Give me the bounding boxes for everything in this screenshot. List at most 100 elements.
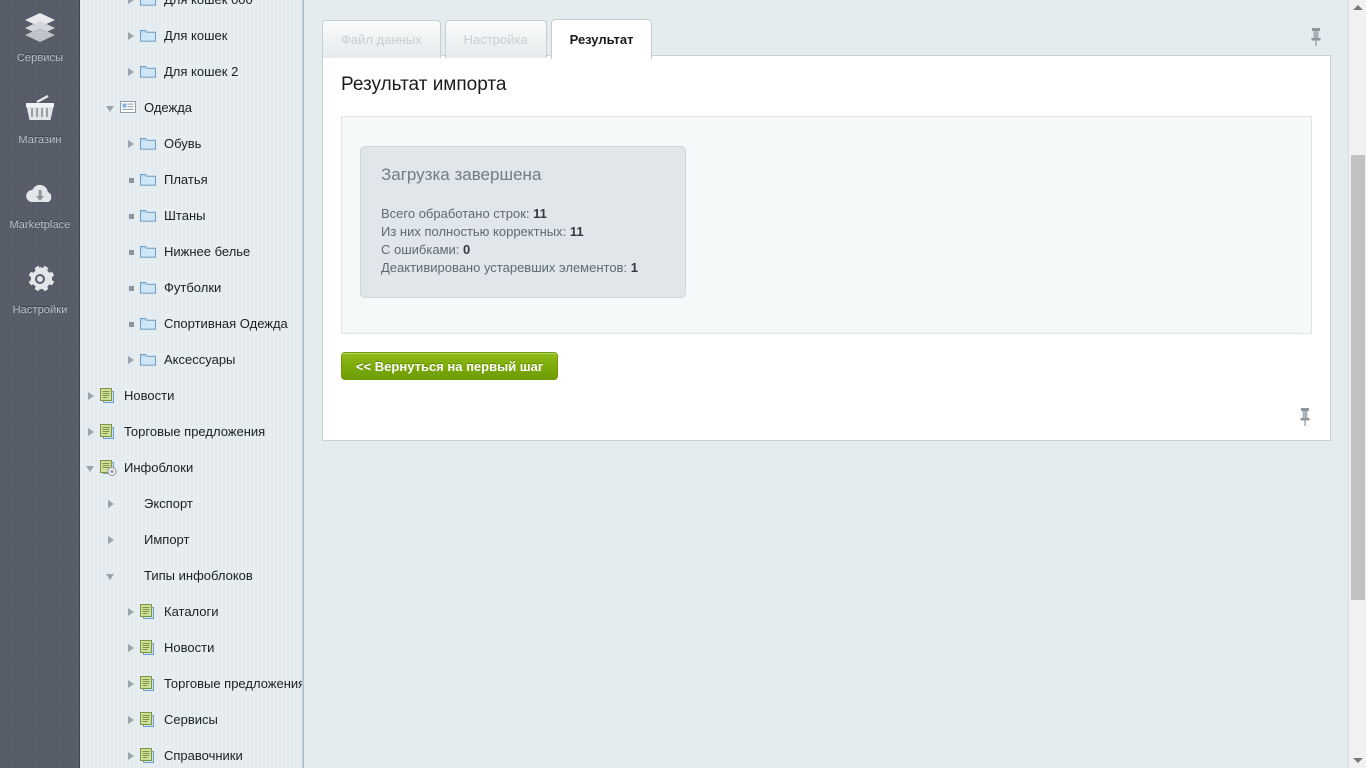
result-stat-label: Деактивировано устаревших элементов: (381, 260, 627, 275)
tree-item[interactable]: Новости (80, 378, 302, 414)
tree-item-label: Платья (164, 162, 208, 198)
tree-item-label: Новости (164, 630, 214, 666)
tree-item[interactable]: Новости (80, 630, 302, 666)
tree-toggle-collapsed-icon[interactable] (124, 342, 140, 378)
tree-item-label: Инфоблоки (124, 450, 193, 486)
tree-toggle-leaf-icon[interactable] (124, 306, 140, 342)
folder-icon (140, 126, 158, 162)
basket-icon (0, 92, 80, 128)
vertical-scrollbar[interactable] (1348, 0, 1366, 768)
result-stat-label: С ошибками: (381, 242, 459, 257)
tree-toggle-leaf-icon[interactable] (124, 270, 140, 306)
tree-toggle-expanded-icon[interactable] (84, 450, 100, 486)
folder-icon (140, 198, 158, 234)
tree-toggle-collapsed-icon[interactable] (124, 54, 140, 90)
back-to-first-step-button[interactable]: << Вернуться на первый шаг (341, 352, 558, 380)
sidebar-tree[interactable]: Для кошек 000Для кошекДля кошек 2ОдеждаО… (80, 0, 303, 768)
tree-item[interactable]: Футболки (80, 270, 302, 306)
tree-toggle-collapsed-icon[interactable] (124, 594, 140, 630)
tree-toggle-collapsed-icon[interactable] (104, 522, 120, 558)
tree-toggle-expanded-icon[interactable] (104, 558, 120, 594)
panel-footer (323, 380, 1330, 440)
result-stat-row: Всего обработано строк: 11 (381, 205, 665, 223)
tree-item[interactable]: Торговые предложения (80, 666, 302, 702)
tree-toggle-collapsed-icon[interactable] (124, 702, 140, 738)
tree-toggle-collapsed-icon[interactable] (124, 126, 140, 162)
scrollbar-thumb[interactable] (1351, 155, 1365, 600)
tree-toggle-collapsed-icon[interactable] (124, 0, 140, 18)
tree-toggle-leaf-icon[interactable] (124, 162, 140, 198)
rail-item-label: Магазин (0, 134, 80, 146)
content-panel: Файл данныхНастройкаРезультат Результат … (322, 18, 1331, 441)
result-stat-value: 0 (463, 242, 470, 257)
tree-toggle-collapsed-icon[interactable] (84, 378, 100, 414)
tree-item[interactable]: Каталоги (80, 594, 302, 630)
tree-item-label: Обувь (164, 126, 201, 162)
tree-item[interactable]: Нижнее белье (80, 234, 302, 270)
tree-toggle-collapsed-icon[interactable] (124, 630, 140, 666)
tree-item[interactable]: Одежда (80, 90, 302, 126)
tree-toggle-collapsed-icon[interactable] (104, 486, 120, 522)
result-heading: Загрузка завершена (381, 165, 665, 185)
tree-item-label: Каталоги (164, 594, 219, 630)
tree-item[interactable]: Платья (80, 162, 302, 198)
tree-toggle-leaf-icon[interactable] (124, 198, 140, 234)
rail-item-2[interactable]: Магазин (0, 92, 80, 146)
tree-item-label: Новости (124, 378, 174, 414)
rail-item-1[interactable]: Сервисы (0, 10, 80, 64)
tree-toggle-expanded-icon[interactable] (104, 90, 120, 126)
cloud-download-icon (0, 177, 80, 213)
tree-no-icon (120, 522, 138, 558)
tree-item[interactable]: Торговые предложения (80, 414, 302, 450)
tab-2[interactable]: Настройка (445, 20, 547, 58)
gear-icon (0, 262, 80, 298)
folder-icon (140, 54, 158, 90)
tree-item-label: Справочники (164, 738, 243, 768)
tree-item[interactable]: Для кошек 000 (80, 0, 302, 18)
result-stat-row: Из них полностью корректных: 11 (381, 223, 665, 241)
rail-item-label: Marketplace (0, 219, 80, 231)
tab-1[interactable]: Файл данных (322, 20, 441, 58)
result-stats-list: Всего обработано строк: 11Из них полност… (381, 205, 665, 277)
tree-item-label: Одежда (144, 90, 192, 126)
tree-item[interactable]: Для кошек (80, 18, 302, 54)
actions-row: << Вернуться на первый шаг (323, 334, 1330, 380)
pin-icon-bottom[interactable] (1296, 406, 1314, 428)
tree-toggle-collapsed-icon[interactable] (124, 738, 140, 768)
scroll-up-arrow-icon[interactable] (1353, 5, 1363, 10)
result-stat-label: Из них полностью корректных: (381, 224, 566, 239)
tree-item[interactable]: Обувь (80, 126, 302, 162)
tree-item-label: Экспорт (144, 486, 193, 522)
tree-item[interactable]: Экспорт (80, 486, 302, 522)
rail-item-label: Настройки (0, 304, 80, 316)
rail-item-3[interactable]: Marketplace (0, 177, 80, 231)
rail-item-label: Сервисы (0, 52, 80, 64)
green-doc-icon (140, 630, 158, 666)
tree-item[interactable]: Спортивная Одежда (80, 306, 302, 342)
tree-item-label: Типы инфоблоков (144, 558, 253, 594)
tree-toggle-leaf-icon[interactable] (124, 234, 140, 270)
rail-item-4[interactable]: Настройки (0, 262, 80, 316)
tree-item[interactable]: Аксессуары (80, 342, 302, 378)
tree-item-label: Аксессуары (164, 342, 235, 378)
tree-item[interactable]: Инфоблоки (80, 450, 302, 486)
result-container: Загрузка завершена Всего обработано стро… (341, 116, 1312, 334)
tree-toggle-collapsed-icon[interactable] (124, 18, 140, 54)
tree-item-label: Нижнее белье (164, 234, 250, 270)
tree-toggle-collapsed-icon[interactable] (124, 666, 140, 702)
tree-item[interactable]: Сервисы (80, 702, 302, 738)
tree-toggle-collapsed-icon[interactable] (84, 414, 100, 450)
tree-item[interactable]: Типы инфоблоков (80, 558, 302, 594)
tab-strip[interactable]: Файл данныхНастройкаРезультат (322, 18, 1331, 56)
scroll-down-arrow-icon[interactable] (1353, 758, 1363, 763)
tree-item-label: Спортивная Одежда (164, 306, 288, 342)
folder-icon (140, 18, 158, 54)
tree-item[interactable]: Штаны (80, 198, 302, 234)
tree-item[interactable]: Для кошек 2 (80, 54, 302, 90)
green-doc-icon (140, 738, 158, 768)
tree-item[interactable]: Импорт (80, 522, 302, 558)
folder-icon (140, 234, 158, 270)
tree-item-label: Торговые предложения (164, 666, 302, 702)
tree-item[interactable]: Справочники (80, 738, 302, 768)
green-doc-icon (100, 378, 118, 414)
